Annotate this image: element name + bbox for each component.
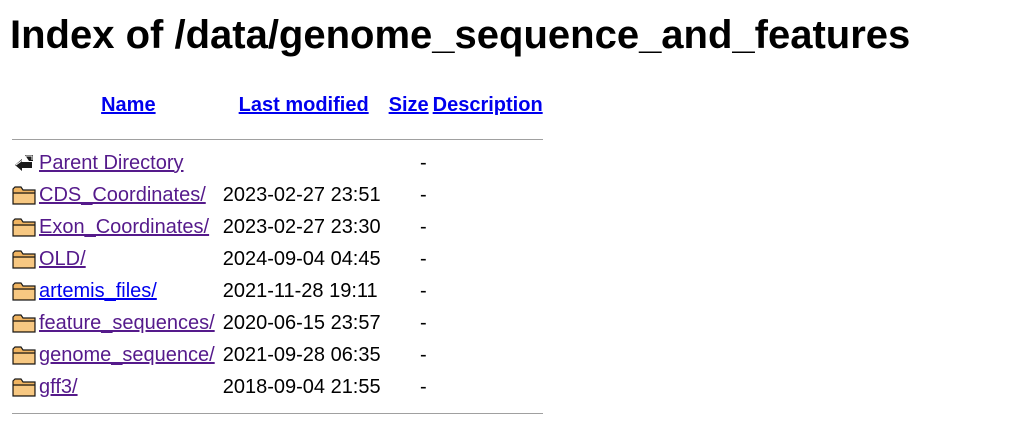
entry-link-old[interactable]: OLD/ xyxy=(39,248,86,270)
name-column-header: Name xyxy=(36,89,221,121)
entry-description xyxy=(431,275,545,307)
modified-column-header: Last modified xyxy=(221,89,387,121)
entry-size: - xyxy=(419,343,427,366)
entry-modified: 2021-11-28 19:11 xyxy=(222,279,378,302)
table-row: gff3/ 2018-09-04 21:55 - xyxy=(10,371,545,403)
folder-icon xyxy=(12,282,36,301)
entry-link-genome-sequence[interactable]: genome_sequence/ xyxy=(39,344,215,366)
entry-size: - xyxy=(419,247,427,270)
folder-icon xyxy=(12,378,36,397)
folder-icon xyxy=(12,250,36,269)
entry-link-artemis-files[interactable]: artemis_files/ xyxy=(39,280,157,302)
table-row: OLD/ 2024-09-04 04:45 - xyxy=(10,243,545,275)
description-column-header: Description xyxy=(431,89,545,121)
folder-icon xyxy=(12,218,36,237)
header-row: Name Last modified Size Description xyxy=(10,89,545,121)
entry-description xyxy=(431,243,545,275)
entry-size: - xyxy=(419,279,427,302)
table-row: artemis_files/ 2021-11-28 19:11 - xyxy=(10,275,545,307)
entry-modified: 2023-02-27 23:30 xyxy=(222,215,381,238)
entry-description xyxy=(431,307,545,339)
table-row: Exon_Coordinates/ 2023-02-27 23:30 - xyxy=(10,211,545,243)
sort-by-description-link[interactable]: Description xyxy=(433,94,543,116)
entry-description xyxy=(431,211,545,243)
entry-size: - xyxy=(419,311,427,334)
folder-icon xyxy=(12,346,36,365)
folder-icon xyxy=(12,186,36,205)
entry-description xyxy=(431,179,545,211)
entry-modified: 2020-06-15 23:57 xyxy=(222,311,381,334)
entry-modified: 2024-09-04 04:45 xyxy=(222,247,381,270)
separator-row-top xyxy=(10,121,545,147)
entry-link-exon-coordinates[interactable]: Exon_Coordinates/ xyxy=(39,216,209,238)
sort-by-name-link[interactable]: Name xyxy=(101,94,155,116)
entry-description xyxy=(431,339,545,371)
top-separator xyxy=(12,138,543,140)
entry-modified xyxy=(221,147,387,179)
folder-icon xyxy=(12,314,36,333)
page-title: Index of /data/genome_sequence_and_featu… xyxy=(10,13,911,57)
entry-size: - xyxy=(419,183,427,206)
table-row: genome_sequence/ 2021-09-28 06:35 - xyxy=(10,339,545,371)
entry-description xyxy=(431,371,545,403)
bottom-separator xyxy=(12,412,543,414)
directory-listing-table: Name Last modified Size Description Pare… xyxy=(10,89,545,423)
sort-by-last-modified-link[interactable]: Last modified xyxy=(239,94,369,116)
table-row: CDS_Coordinates/ 2023-02-27 23:51 - xyxy=(10,179,545,211)
table-row: feature_sequences/ 2020-06-15 23:57 - xyxy=(10,307,545,339)
entry-size: - xyxy=(419,151,427,174)
entry-modified: 2023-02-27 23:51 xyxy=(222,183,381,206)
entry-modified: 2018-09-04 21:55 xyxy=(222,375,381,398)
entry-description xyxy=(431,147,545,179)
entry-link-feature-sequences[interactable]: feature_sequences/ xyxy=(39,312,215,334)
entry-size: - xyxy=(419,215,427,238)
table-row: Parent Directory - xyxy=(10,147,545,179)
entry-link-gff3[interactable]: gff3/ xyxy=(39,376,78,398)
separator-row-bottom xyxy=(10,403,545,423)
entry-link-parent-directory[interactable]: Parent Directory xyxy=(39,152,184,174)
icon-column-header xyxy=(10,89,36,121)
entry-size: - xyxy=(419,375,427,398)
entry-link-cds-coordinates[interactable]: CDS_Coordinates/ xyxy=(39,184,206,206)
entry-modified: 2021-09-28 06:35 xyxy=(222,343,381,366)
back-icon xyxy=(15,155,33,171)
sort-by-size-link[interactable]: Size xyxy=(389,94,429,116)
size-column-header: Size xyxy=(387,89,431,121)
